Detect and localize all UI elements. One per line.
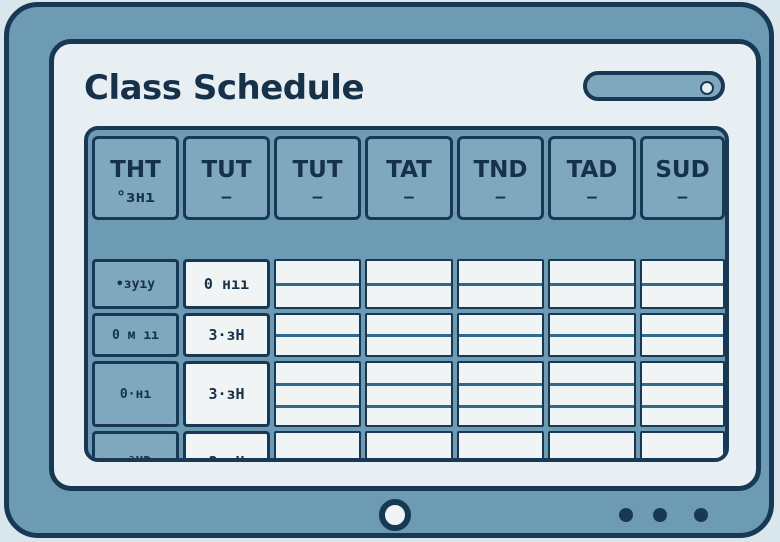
header-sub: — <box>221 187 232 206</box>
screen: Class Schedule THT °знı TUT — TUT — TAT … <box>49 39 761 491</box>
time-slot-cell[interactable]: 0·нı <box>92 361 179 427</box>
header-sub: °знı <box>116 187 155 206</box>
schedule-cell[interactable] <box>274 259 361 309</box>
indicator-dot-icon <box>619 508 633 522</box>
schedule-cell[interactable] <box>457 361 544 427</box>
schedule-cell[interactable] <box>457 259 544 309</box>
header-cell[interactable]: SUD — <box>640 136 725 220</box>
schedule-table: THT °знı TUT — TUT — TAT — TND — TAD — S… <box>84 126 729 462</box>
header-day: TAT <box>386 157 432 183</box>
schedule-cell[interactable] <box>548 361 636 427</box>
schedule-cell[interactable] <box>365 259 453 309</box>
schedule-cell[interactable] <box>274 313 361 357</box>
home-button[interactable] <box>379 499 411 531</box>
page-title: Class Schedule <box>84 68 365 108</box>
header-sub: — <box>587 187 597 206</box>
toggle-dot-icon[interactable] <box>700 81 714 95</box>
schedule-cell[interactable] <box>548 431 636 458</box>
header-day: TND <box>473 157 528 183</box>
header-sub: — <box>312 187 323 206</box>
time-slot-cell[interactable]: •зуıу <box>92 259 179 309</box>
header-day: SUD <box>655 157 710 183</box>
time-cell[interactable]: 0 нıı <box>183 259 270 309</box>
schedule-cell[interactable] <box>365 431 453 458</box>
header-cell[interactable]: TAT — <box>365 136 453 220</box>
schedule-cell[interactable] <box>457 431 544 458</box>
schedule-cell[interactable] <box>640 313 725 357</box>
tablet-frame: Class Schedule THT °знı TUT — TUT — TAT … <box>4 2 774 538</box>
header-day: TUT <box>292 157 343 183</box>
header-day: THT <box>110 157 161 183</box>
schedule-cell[interactable] <box>365 361 453 427</box>
header-cell[interactable]: TUT — <box>274 136 361 220</box>
indicator-dot-icon <box>653 508 667 522</box>
time-slot-cell[interactable]: 0 м ıı <box>92 313 179 357</box>
header-cell[interactable]: TAD — <box>548 136 636 220</box>
schedule-cell[interactable] <box>274 361 361 427</box>
schedule-cell[interactable] <box>365 313 453 357</box>
schedule-cell[interactable] <box>548 313 636 357</box>
schedule-cell[interactable] <box>640 259 725 309</box>
header-day: TAD <box>566 157 618 183</box>
time-cell[interactable]: 3·зН <box>183 313 270 357</box>
header-day: TUT <box>201 157 252 183</box>
time-cell[interactable]: 3·зН <box>183 361 270 427</box>
header-sub: — <box>404 187 414 206</box>
header-sub: — <box>677 187 688 206</box>
header-cell[interactable]: TND — <box>457 136 544 220</box>
search-bar[interactable] <box>583 71 725 101</box>
schedule-cell[interactable] <box>548 259 636 309</box>
header-cell[interactable]: THT °знı <box>92 136 179 220</box>
time-cell[interactable]: 3·рН <box>183 431 270 458</box>
time-slot-cell[interactable]: з²НD <box>92 431 179 458</box>
schedule-cell[interactable] <box>640 361 725 427</box>
schedule-cell[interactable] <box>274 431 361 458</box>
schedule-cell[interactable] <box>457 313 544 357</box>
indicator-dot-icon <box>694 508 708 522</box>
schedule-cell[interactable] <box>640 431 725 458</box>
header-sub: — <box>495 187 506 206</box>
header-cell[interactable]: TUT — <box>183 136 270 220</box>
